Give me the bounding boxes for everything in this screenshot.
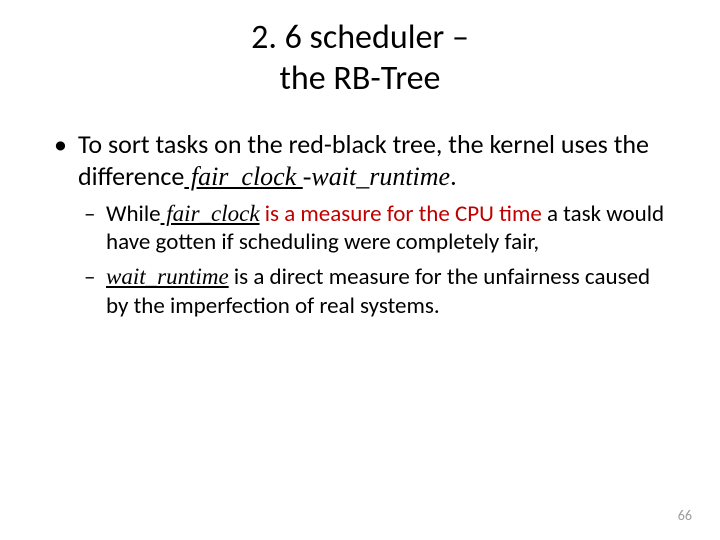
- sub-bullet-1: While fair_clock is a measure for the CP…: [78, 200, 672, 258]
- bullet-1: To sort tasks on the red-black tree, the…: [48, 128, 672, 321]
- slide: 2. 6 scheduler – the RB-Tree To sort tas…: [0, 0, 720, 540]
- sub1-red-text: is a measure for the CPU time: [260, 200, 542, 228]
- sub1-fair-clock: fair_clock: [161, 201, 260, 226]
- sub1-pre: While: [106, 200, 161, 228]
- sub-bullet-2: wait_runtime is a direct measure for the…: [78, 263, 672, 321]
- bullet-list: To sort tasks on the red-black tree, the…: [48, 128, 672, 321]
- bullet-1-period: .: [450, 160, 457, 192]
- page-number: 66: [678, 507, 692, 524]
- title-line-2: the RB-Tree: [280, 58, 441, 99]
- sub2-wait-runtime: wait_runtime: [106, 264, 229, 289]
- slide-title: 2. 6 scheduler – the RB-Tree: [48, 18, 672, 100]
- fair-clock-term: fair_clock: [184, 162, 302, 191]
- title-line-1: 2. 6 scheduler –: [251, 17, 469, 58]
- wait-runtime-term: -wait_runtime: [303, 162, 450, 191]
- sub-bullet-list: While fair_clock is a measure for the CP…: [78, 200, 672, 321]
